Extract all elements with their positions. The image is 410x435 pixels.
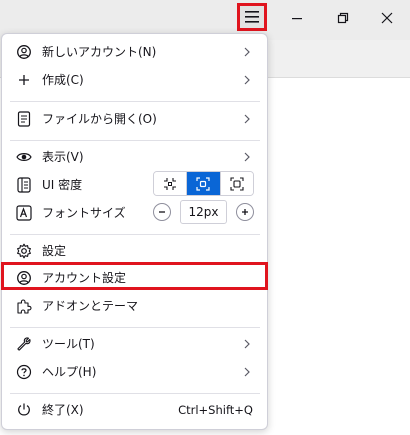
- plus-icon: [242, 209, 248, 215]
- touch-density-icon: [230, 176, 244, 191]
- menu-item-create[interactable]: 作成(C): [2, 66, 267, 94]
- menu-item-label: 作成(C): [42, 73, 84, 87]
- menu-separator: [10, 327, 260, 328]
- density-icon: [16, 177, 32, 193]
- app-menu-panel: 新しいアカウント(N) 作成(C) ファイルから開く(O) 表示(V) UI 密…: [1, 33, 268, 430]
- app-menu-button[interactable]: [237, 3, 267, 31]
- menu-item-label: ファイルから開く(O): [42, 112, 157, 126]
- menu-item-new-account[interactable]: 新しいアカウント(N): [2, 38, 267, 66]
- restore-icon: [337, 12, 349, 24]
- menu-item-view[interactable]: 表示(V): [2, 143, 267, 171]
- menu-item-label: アカウント設定: [42, 271, 127, 285]
- wrench-icon: [16, 336, 32, 352]
- chevron-right-icon: [242, 73, 252, 87]
- font-size-icon: [16, 205, 32, 221]
- help-icon: [16, 364, 32, 380]
- puzzle-icon: [16, 298, 32, 314]
- close-icon: [381, 12, 393, 24]
- menu-item-label: UI 密度: [42, 178, 83, 192]
- gear-icon: [16, 243, 32, 259]
- menu-item-settings[interactable]: 設定: [2, 237, 267, 265]
- menu-item-open-file[interactable]: ファイルから開く(O): [2, 105, 267, 133]
- menu-item-account-settings[interactable]: アカウント設定: [2, 264, 267, 292]
- file-icon: [16, 111, 32, 127]
- restore-button[interactable]: [328, 4, 358, 32]
- menu-item-label: アドオンとテーマ: [42, 299, 139, 313]
- density-touch-button[interactable]: [219, 172, 253, 195]
- chevron-right-icon: [242, 112, 252, 126]
- menu-item-label: ツール(T): [42, 337, 95, 351]
- density-compact-button[interactable]: [154, 172, 187, 195]
- chevron-right-icon: [242, 365, 252, 379]
- keyboard-shortcut: Ctrl+Shift+Q: [178, 403, 253, 417]
- menu-separator: [10, 393, 260, 394]
- menu-item-tools[interactable]: ツール(T): [2, 330, 267, 358]
- menu-item-label: 設定: [42, 244, 67, 258]
- font-size-increase-button[interactable]: [236, 203, 254, 221]
- compact-density-icon: [164, 177, 177, 190]
- menu-separator: [10, 234, 260, 235]
- menu-item-help[interactable]: ヘルプ(H): [2, 358, 267, 386]
- account-icon: [16, 270, 32, 286]
- power-icon: [16, 402, 32, 418]
- font-size-value: 12px: [180, 200, 227, 224]
- menu-item-addons-themes[interactable]: アドオンとテーマ: [2, 292, 267, 320]
- close-button[interactable]: [372, 4, 402, 32]
- minus-icon: [159, 211, 165, 213]
- menu-item-label: 終了(X): [42, 403, 84, 417]
- menu-item-font-size: フォントサイズ: [2, 199, 267, 227]
- font-size-decrease-button[interactable]: [153, 203, 171, 221]
- ui-density-toggle: [153, 171, 254, 196]
- chevron-right-icon: [242, 150, 252, 164]
- minimize-button[interactable]: [282, 4, 312, 32]
- normal-density-icon: [196, 176, 211, 191]
- hamburger-icon: [245, 11, 259, 23]
- menu-item-label: フォントサイズ: [42, 206, 126, 220]
- menu-separator: [10, 101, 260, 102]
- plus-icon: [16, 72, 32, 88]
- density-normal-button[interactable]: [186, 172, 220, 195]
- menu-item-quit[interactable]: 終了(X) Ctrl+Shift+Q: [2, 396, 267, 424]
- chevron-right-icon: [242, 45, 252, 59]
- eye-icon: [16, 149, 32, 165]
- menu-item-label: 新しいアカウント(N): [42, 45, 157, 59]
- menu-separator: [10, 140, 260, 141]
- chevron-right-icon: [242, 337, 252, 351]
- menu-item-label: ヘルプ(H): [42, 365, 97, 379]
- minimize-icon: [292, 18, 302, 20]
- menu-item-label: 表示(V): [42, 150, 84, 164]
- account-add-icon: [16, 44, 32, 60]
